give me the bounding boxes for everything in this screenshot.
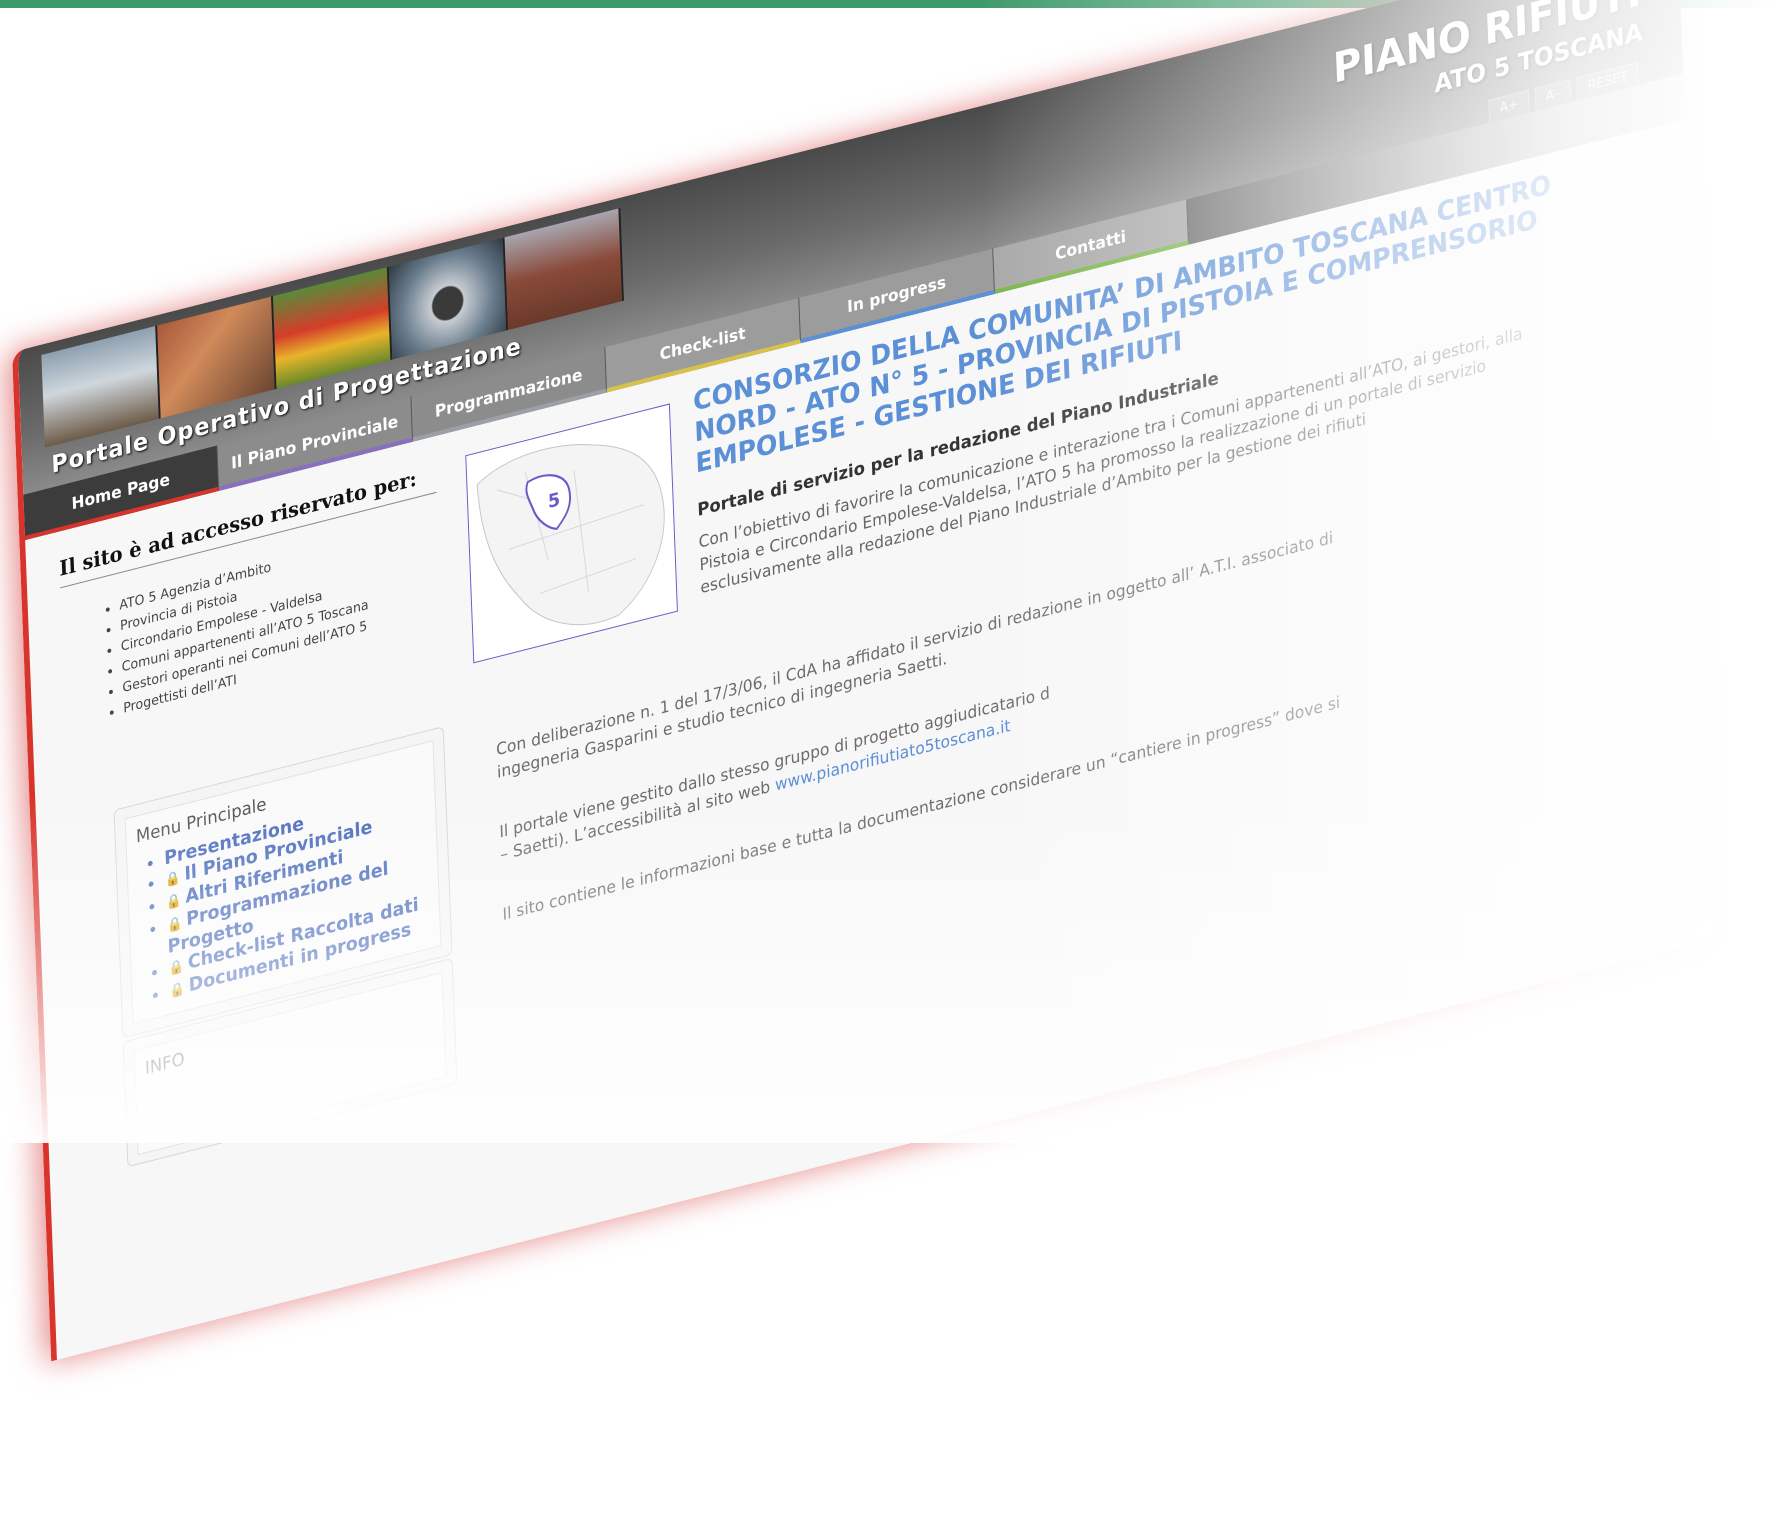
website-screenshot: Portale Operativo di Progettazione PIANO… — [12, 0, 1777, 1529]
header-photo-strip — [41, 207, 624, 448]
lock-icon: 🔒 — [168, 958, 185, 978]
tuscany-map: 5 — [465, 403, 678, 664]
map-badge: 5 — [548, 489, 561, 513]
site-frame: Portale Operativo di Progettazione PIANO… — [12, 0, 1717, 1362]
region-map-graphic: 5 — [476, 444, 665, 626]
lock-icon: 🔒 — [169, 981, 186, 1001]
castle-photo — [504, 207, 624, 331]
lock-icon: 🔒 — [165, 892, 182, 912]
lock-icon: 🔒 — [166, 915, 183, 935]
lock-icon: 🔒 — [164, 869, 182, 890]
